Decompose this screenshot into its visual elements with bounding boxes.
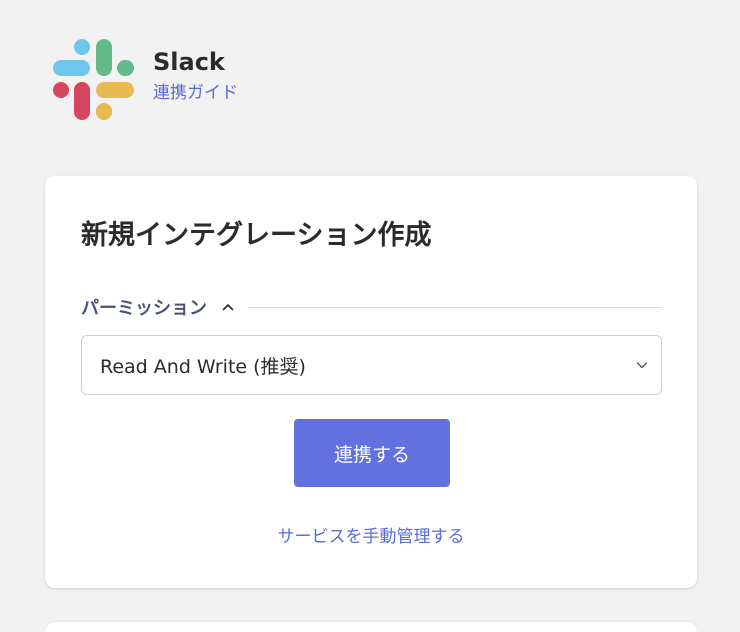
app-header: Slack 連携ガイド — [52, 38, 238, 120]
permission-select-value: Read And Write (推奨) — [100, 355, 306, 378]
app-name: Slack — [153, 48, 225, 76]
permission-section-header: パーミッション — [81, 292, 662, 322]
slack-logo — [53, 39, 134, 120]
page-title: 新規インテグレーション作成 — [81, 220, 432, 251]
chevron-down-icon — [635, 358, 649, 372]
integration-guide-link[interactable]: 連携ガイド — [153, 81, 238, 105]
section-divider — [248, 306, 662, 308]
chevron-up-icon[interactable] — [221, 300, 235, 314]
header-text: Slack 連携ガイド — [153, 47, 238, 105]
connect-button[interactable]: 連携する — [294, 419, 450, 487]
permission-select[interactable]: Read And Write (推奨) — [81, 335, 662, 395]
manual-manage-link[interactable]: サービスを手動管理する — [45, 524, 697, 550]
next-card-edge — [45, 622, 697, 632]
integration-card: 新規インテグレーション作成 パーミッション Read And Write (推奨… — [45, 176, 697, 588]
permission-section-label: パーミッション — [81, 298, 207, 319]
